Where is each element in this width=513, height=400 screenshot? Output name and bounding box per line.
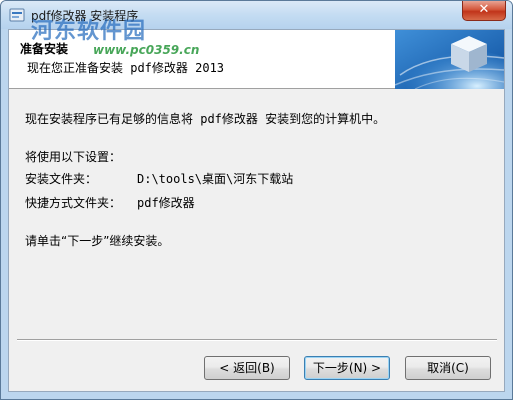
back-button[interactable]: < 返回(B) [204,356,290,380]
page-title: 准备安装 [20,42,69,56]
shortcut-folder-label: 快捷方式文件夹： [25,196,122,210]
page-subtitle: 现在您正准备安装 pdf修改器 2013 [27,61,225,75]
wizard-client-area: 准备安装 现在您正准备安装 pdf修改器 2013 现在安装程序已有足够的信息将… [8,29,505,392]
window-title: pdf修改器 安装程序 [31,9,139,23]
wizard-header: 准备安装 现在您正准备安装 pdf修改器 2013 [9,30,504,89]
shortcut-folder-value: pdf修改器 [137,196,195,210]
continue-instruction: 请单击“下一步”继续安装。 [25,234,170,248]
installer-window: pdf修改器 安装程序 ✕ 准备安装 现在您正准备安装 pdf修改器 2013 [0,0,513,400]
install-folder-label: 安装文件夹： [25,172,98,186]
close-icon: ✕ [478,2,490,17]
installer-app-icon [9,8,25,22]
intro-text: 现在安装程序已有足够的信息将 pdf修改器 安装到您的计算机中。 [25,112,386,126]
close-window-button[interactable]: ✕ [462,1,506,21]
next-button[interactable]: 下一步(N) > [304,356,390,380]
button-separator [17,339,497,341]
title-bar[interactable]: pdf修改器 安装程序 ✕ [1,1,512,29]
globe-box-banner-icon [395,30,504,89]
cancel-button[interactable]: 取消(C) [405,356,491,380]
settings-heading: 将使用以下设置： [25,150,122,164]
install-folder-value: D:\tools\桌面\河东下载站 [137,172,294,186]
